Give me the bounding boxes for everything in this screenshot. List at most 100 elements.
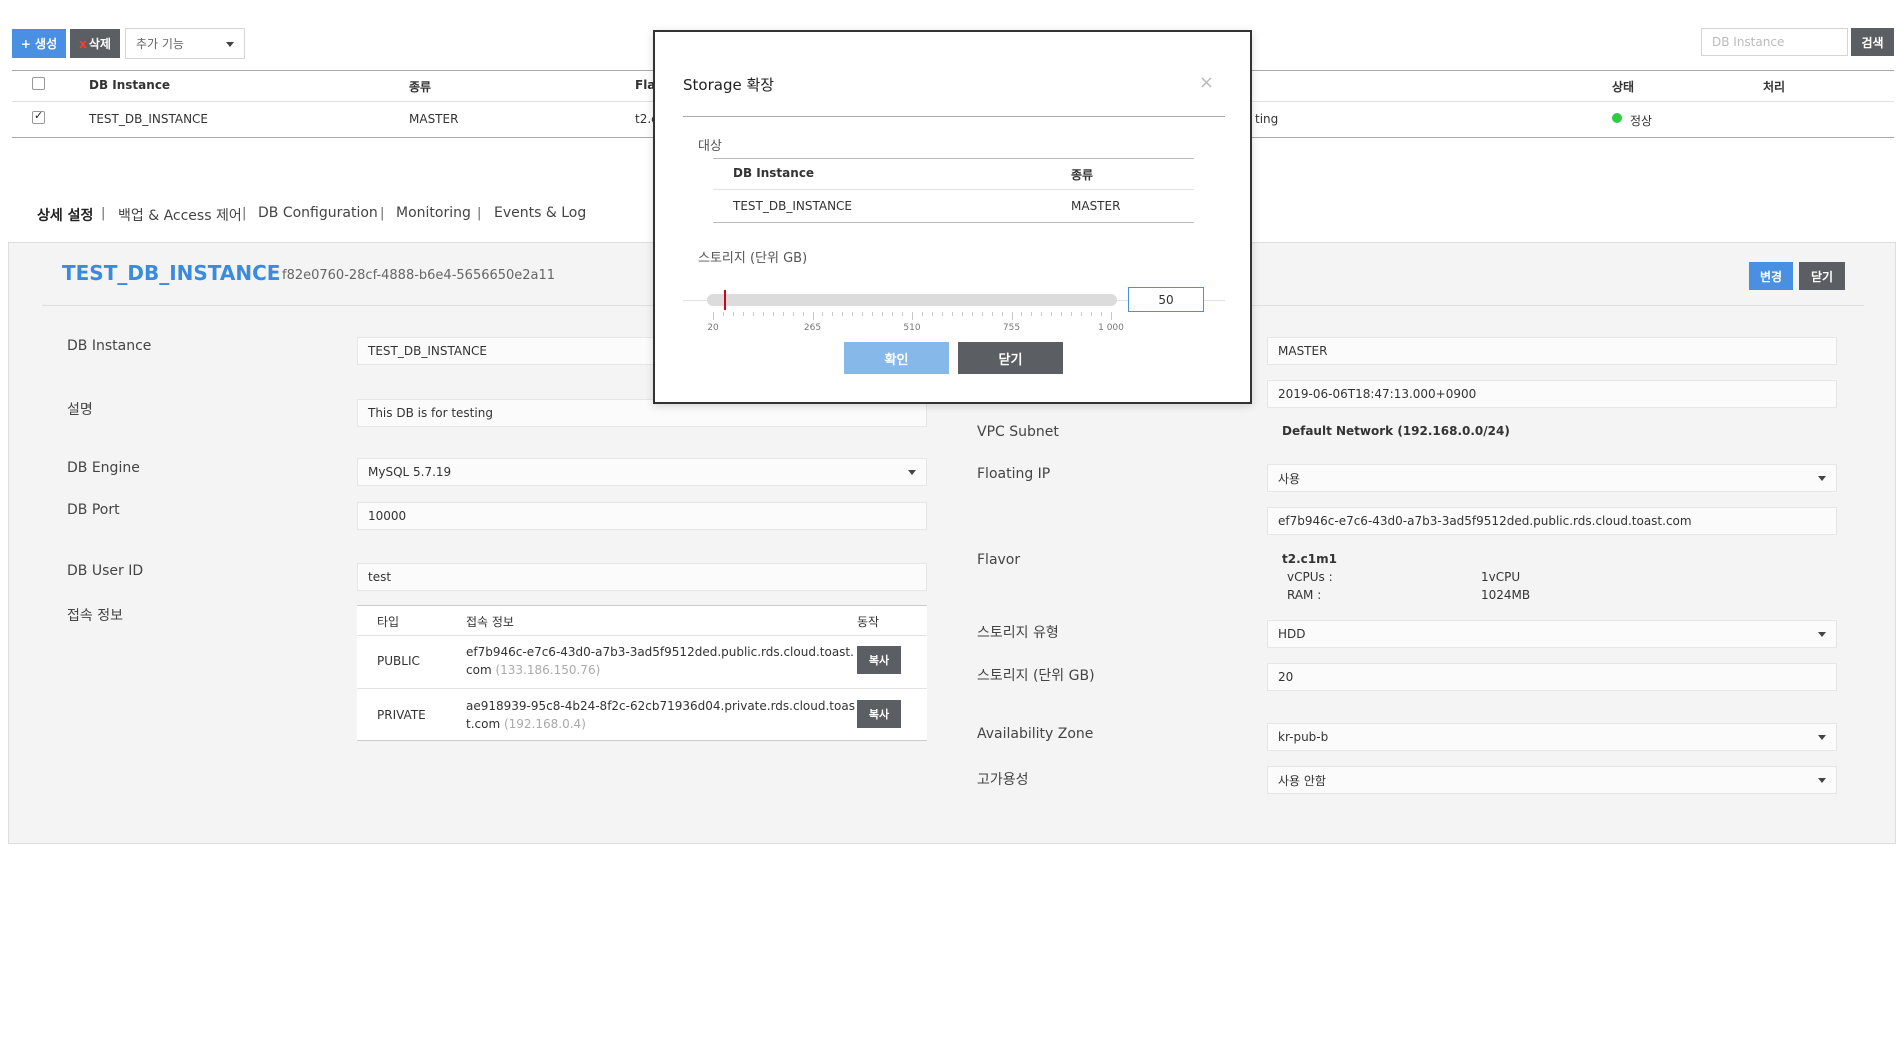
storage-slider-track[interactable] <box>707 294 1117 306</box>
slider-tick-label: 1 000 <box>1098 323 1124 333</box>
modal-close-button[interactable]: 닫기 <box>958 342 1063 374</box>
conn-col-info: 접속 정보 <box>466 615 514 629</box>
storage-expand-modal: Storage 확장 × 대상 DB Instance 종류 TEST_DB_I… <box>653 30 1252 404</box>
row-description: ting <box>1255 112 1279 126</box>
search-button[interactable]: 검색 <box>1851 28 1894 56</box>
slider-minor-tick <box>991 312 993 316</box>
search-input[interactable] <box>1701 28 1848 56</box>
slider-minor-tick <box>882 312 884 316</box>
chevron-down-icon <box>908 470 916 475</box>
copy-private-button[interactable]: 복사 <box>857 700 901 728</box>
row-status: 정상 <box>1630 114 1653 128</box>
db-port-field[interactable]: 10000 <box>357 502 927 530</box>
db-engine-select[interactable]: MySQL 5.7.19 <box>357 458 927 486</box>
slider-minor-tick <box>931 312 933 316</box>
slider-minor-tick <box>782 312 784 316</box>
slider-minor-tick <box>792 312 794 316</box>
slider-minor-tick <box>1051 312 1053 316</box>
chevron-down-icon <box>226 41 234 47</box>
create-button[interactable]: + 생성 <box>12 29 66 58</box>
row-name: TEST_DB_INSTANCE <box>89 112 209 126</box>
availability-zone-label: Availability Zone <box>977 726 1094 742</box>
db-user-field[interactable]: test <box>357 563 927 591</box>
created-at-field[interactable]: 2019-06-06T18:47:13.000+0900 <box>1267 380 1837 408</box>
slider-minor-tick <box>1041 312 1043 316</box>
modal-col-type: 종류 <box>1071 168 1094 182</box>
delete-button[interactable]: x 삭제 <box>70 29 120 58</box>
conn-row-divider <box>357 688 927 689</box>
ram-label: RAM : <box>1287 588 1322 602</box>
tab-separator: | <box>380 206 385 221</box>
confirm-button[interactable]: 확인 <box>844 342 949 374</box>
ram-value: 1024MB <box>1481 588 1531 602</box>
conn-col-action: 동작 <box>857 615 880 629</box>
high-availability-select[interactable]: 사용 안함 <box>1267 766 1837 794</box>
slider-major-tick <box>1111 312 1112 320</box>
storage-type-select[interactable]: HDD <box>1267 620 1837 648</box>
slider-minor-tick <box>722 312 724 316</box>
status-ok-icon <box>1612 113 1622 123</box>
floating-ip-select[interactable]: 사용 <box>1267 464 1837 492</box>
conn-host-private-line1: ae918939-95c8-4b24-8f2c-62cb71936d04.pri… <box>466 699 855 713</box>
conn-col-type: 타입 <box>377 615 400 629</box>
select-all-checkbox[interactable] <box>32 77 45 90</box>
copy-public-button[interactable]: 복사 <box>857 646 901 674</box>
delete-label: 삭제 <box>88 37 111 51</box>
tab-separator: | <box>101 206 106 221</box>
slider-minor-tick <box>1061 312 1063 316</box>
close-detail-button[interactable]: 닫기 <box>1799 262 1845 290</box>
modal-table-top <box>713 158 1194 159</box>
flavor-name: t2.c1m1 <box>1282 552 1337 566</box>
db-engine-label: DB Engine <box>67 460 140 476</box>
storage-type-label: 스토리지 유형 <box>977 625 1059 641</box>
conn-ip-public: (133.186.150.76) <box>495 663 601 677</box>
availability-zone-select[interactable]: kr-pub-b <box>1267 723 1837 751</box>
slider-minor-tick <box>1021 312 1023 316</box>
storage-value-input[interactable]: 50 <box>1128 287 1204 312</box>
vpc-subnet-label: VPC Subnet <box>977 424 1059 440</box>
slider-minor-tick <box>1091 312 1093 316</box>
storage-type-value: HDD <box>1278 627 1306 641</box>
slider-minor-tick <box>921 312 923 316</box>
slider-minor-tick <box>732 312 734 316</box>
delete-x-icon: x <box>79 36 87 51</box>
col-status: 상태 <box>1612 80 1635 94</box>
slider-minor-tick <box>1001 312 1003 316</box>
modal-title-divider <box>683 116 1225 117</box>
conn-type-private: PRIVATE <box>377 708 426 722</box>
chevron-down-icon <box>1818 476 1826 481</box>
slider-tick-label: 20 <box>707 323 719 333</box>
tab-db-configuration[interactable]: DB Configuration <box>258 205 378 221</box>
conn-header-divider <box>357 635 927 636</box>
floating-domain-field[interactable]: ef7b946c-e7c6-43d0-a7b3-3ad5f9512ded.pub… <box>1267 507 1837 535</box>
storage-size-field[interactable]: 20 <box>1267 663 1837 691</box>
more-features-select[interactable]: 추가 기능 <box>125 28 245 59</box>
db-port-label: DB Port <box>67 502 120 518</box>
slider-minor-tick <box>951 312 953 316</box>
storage-size-label: 스토리지 (단위 GB) <box>977 668 1095 684</box>
tab-detail-settings[interactable]: 상세 설정 <box>37 205 93 225</box>
floating-ip-label: Floating IP <box>977 466 1051 482</box>
availability-zone-value: kr-pub-b <box>1278 730 1329 744</box>
vcpu-value: 1vCPU <box>1481 570 1521 584</box>
tab-backup-access[interactable]: 백업 & Access 제어 <box>118 205 242 225</box>
col-process: 처리 <box>1763 80 1786 94</box>
slider-major-tick <box>713 312 714 320</box>
change-button[interactable]: 변경 <box>1749 262 1793 290</box>
modal-table-bottom <box>713 222 1194 223</box>
storage-label: 스토리지 (단위 GB) <box>698 251 808 266</box>
slider-tick-label: 755 <box>1002 323 1021 333</box>
slider-major-tick <box>1011 312 1013 320</box>
slider-minor-tick <box>981 312 983 316</box>
tab-events-log[interactable]: Events & Log <box>494 205 586 221</box>
more-features-label: 추가 기능 <box>136 37 184 51</box>
chevron-down-icon <box>1818 632 1826 637</box>
close-icon[interactable]: × <box>1199 72 1214 93</box>
slider-minor-tick <box>762 312 764 316</box>
modal-title: Storage 확장 <box>683 76 775 94</box>
storage-slider-handle[interactable] <box>724 290 727 310</box>
description-label: 설명 <box>67 402 93 418</box>
row-checkbox[interactable] <box>32 109 45 124</box>
db-type-field[interactable]: MASTER <box>1267 337 1837 365</box>
tab-monitoring[interactable]: Monitoring <box>396 205 471 221</box>
